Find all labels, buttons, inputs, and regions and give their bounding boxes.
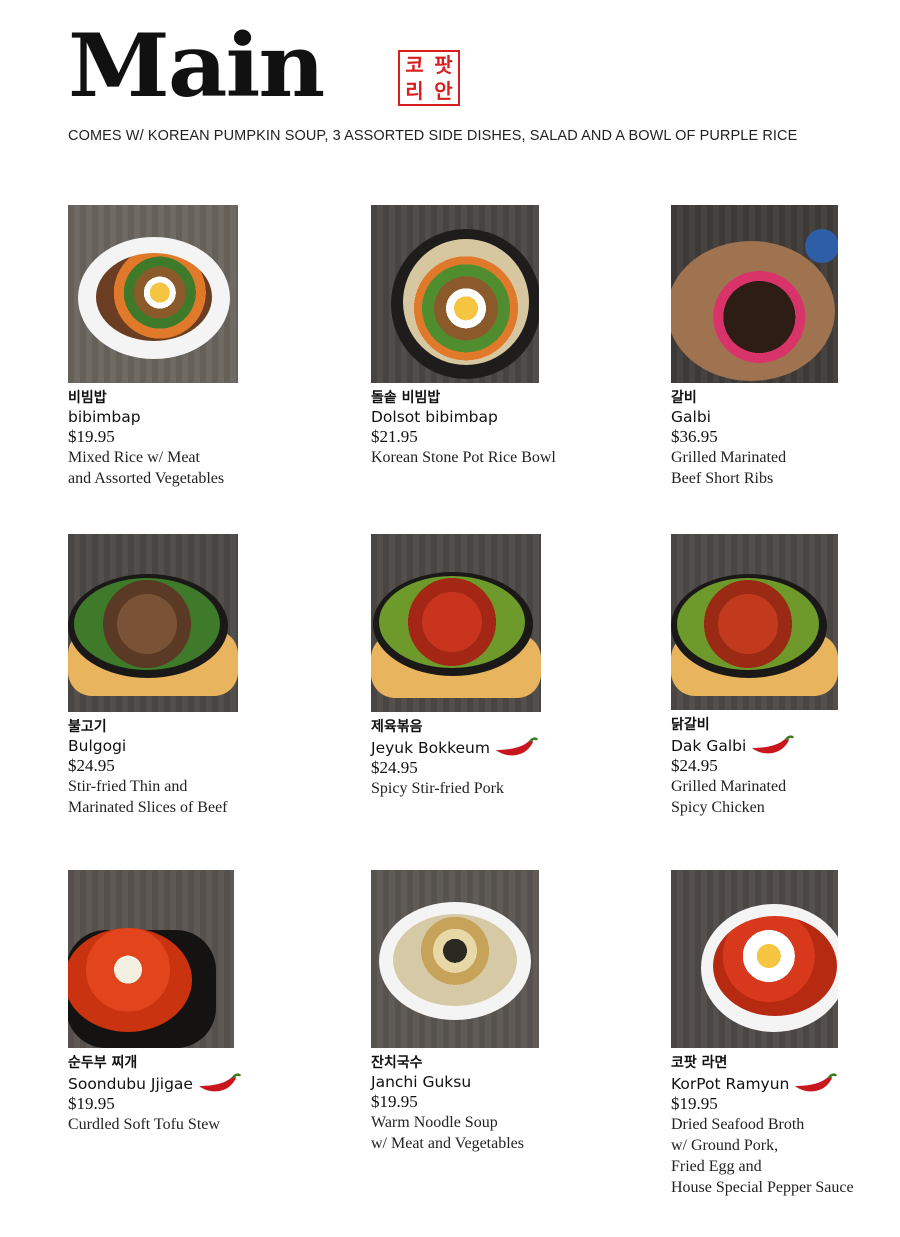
item-name: Dolsot bibimbap — [371, 408, 498, 426]
item-description: Beef Short Ribs — [671, 470, 774, 487]
item-name: Dak Galbi — [671, 737, 747, 755]
item-description: w/ Ground Pork, — [671, 1137, 779, 1154]
dak-galbi-photo — [671, 534, 838, 710]
item-name: bibimbap — [68, 408, 141, 426]
item-price: $24.95 — [371, 758, 418, 777]
item-korean-name: 돌솥 비빔밥 — [371, 390, 441, 406]
janchi-guksu-photo — [371, 870, 539, 1048]
menu-item-janchi-guksu: 잔치국수 Janchi Guksu $19.95 Warm Noodle Sou… — [371, 870, 581, 1154]
item-description: Grilled Marinated — [671, 778, 787, 795]
item-name-row: Dak Galbi — [671, 734, 881, 756]
item-description: Dried Seafood Broth — [671, 1116, 805, 1133]
item-korean-name: 닭갈비 — [671, 717, 710, 733]
item-korean-name: 불고기 — [68, 719, 107, 735]
item-korean-name: 코팟 라면 — [671, 1055, 728, 1071]
item-korean-name: 순두부 찌개 — [68, 1055, 138, 1071]
menu-item-dolsot-bibimbap: 돌솥 비빔밥 Dolsot bibimbap $21.95 Korean Sto… — [371, 205, 581, 468]
chili-pepper-icon — [795, 1073, 838, 1092]
bibimbap-photo — [68, 205, 238, 383]
item-korean-name: 비빔밥 — [68, 390, 107, 406]
korpot-ramyun-photo — [671, 870, 838, 1048]
menu-subtitle: COMES W/ KOREAN PUMPKIN SOUP, 3 ASSORTED… — [68, 128, 798, 144]
item-price: $19.95 — [371, 1092, 418, 1111]
item-description: w/ Meat and Vegetables — [371, 1135, 524, 1152]
item-name-row: KorPot Ramyun — [671, 1072, 881, 1094]
dolsot-bibimbap-photo — [371, 205, 539, 383]
item-name-row: Soondubu Jjigae — [68, 1072, 278, 1094]
soondubu-jjigae-photo — [68, 870, 234, 1048]
item-description: Korean Stone Pot Rice Bowl — [371, 449, 556, 466]
item-name: KorPot Ramyun — [671, 1075, 790, 1093]
item-description: Fried Egg and — [671, 1158, 762, 1175]
seal-char: 코 — [405, 53, 424, 77]
item-price: $19.95 — [68, 427, 115, 446]
item-description: Spicy Chicken — [671, 799, 765, 816]
item-price: $21.95 — [371, 427, 418, 446]
item-price: $24.95 — [68, 756, 115, 775]
item-name: Soondubu Jjigae — [68, 1075, 193, 1093]
chili-pepper-icon — [495, 737, 538, 756]
restaurant-seal-logo: 코 팟 리 안 — [398, 50, 460, 106]
item-name-row: Jeyuk Bokkeum — [371, 736, 581, 758]
item-name: Bulgogi — [68, 737, 127, 755]
item-name: Janchi Guksu — [371, 1073, 472, 1091]
menu-item-bulgogi: 불고기 Bulgogi $24.95 Stir-fried Thin and M… — [68, 534, 278, 818]
item-description: Stir-fried Thin and — [68, 778, 188, 795]
seal-char: 팟 — [434, 53, 453, 77]
seal-char: 리 — [405, 79, 424, 103]
item-description: Curdled Soft Tofu Stew — [68, 1116, 220, 1133]
item-description: Spicy Stir-fried Pork — [371, 780, 504, 797]
chili-pepper-icon — [752, 735, 795, 754]
menu-item-soondubu-jjigae: 순두부 찌개 Soondubu Jjigae $19.95 Curdled So… — [68, 870, 278, 1135]
item-price: $19.95 — [671, 1094, 718, 1113]
item-description: House Special Pepper Sauce — [671, 1179, 854, 1196]
menu-item-jeyuk-bokkeum: 제육볶음 Jeyuk Bokkeum $24.95 Spicy Stir-fri… — [371, 534, 581, 799]
item-description: Mixed Rice w/ Meat — [68, 449, 200, 466]
menu-item-galbi: 갈비 Galbi $36.95 Grilled Marinated Beef S… — [671, 205, 881, 489]
item-korean-name: 갈비 — [671, 390, 697, 406]
item-price: $24.95 — [671, 756, 718, 775]
chili-pepper-icon — [198, 1073, 241, 1092]
item-description: Grilled Marinated — [671, 449, 787, 466]
item-price: $19.95 — [68, 1094, 115, 1113]
menu-item-dak-galbi: 닭갈비 Dak Galbi $24.95 Grilled Marinated S… — [671, 534, 881, 818]
menu-item-bibimbap: 비빔밥 bibimbap $19.95 Mixed Rice w/ Meat a… — [68, 205, 278, 489]
item-korean-name: 제육볶음 — [371, 719, 423, 735]
menu-item-korpot-ramyun: 코팟 라면 KorPot Ramyun $19.95 Dried Seafood… — [671, 870, 881, 1198]
item-description: Warm Noodle Soup — [371, 1114, 498, 1131]
page-title: Main — [68, 14, 325, 117]
item-description: Marinated Slices of Beef — [68, 799, 228, 816]
item-name: Galbi — [671, 408, 711, 426]
item-description: and Assorted Vegetables — [68, 470, 225, 487]
item-name: Jeyuk Bokkeum — [371, 739, 490, 757]
bulgogi-photo — [68, 534, 238, 712]
item-korean-name: 잔치국수 — [371, 1055, 423, 1071]
galbi-photo — [671, 205, 838, 383]
item-price: $36.95 — [671, 427, 718, 446]
jeyuk-bokkeum-photo — [371, 534, 541, 712]
seal-char: 안 — [434, 79, 453, 103]
